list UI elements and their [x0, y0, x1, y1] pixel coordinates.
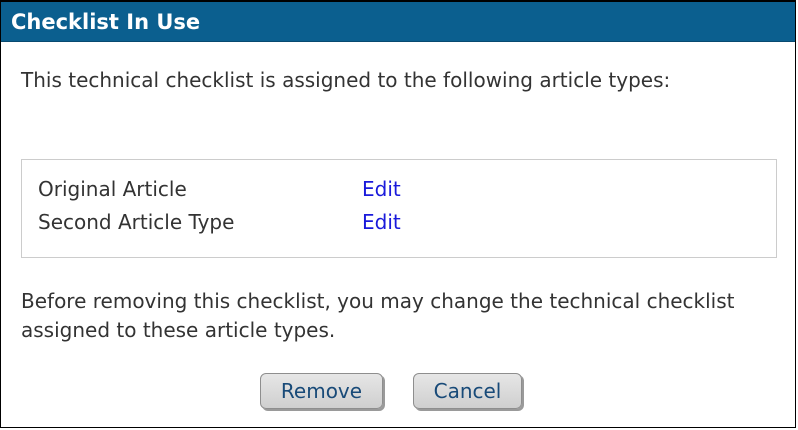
- list-item: Second Article Type Edit: [38, 207, 758, 237]
- intro-text: This technical checklist is assigned to …: [21, 68, 671, 92]
- list-item: Original Article Edit: [38, 174, 758, 204]
- dialog-title: Checklist In Use: [11, 9, 201, 34]
- dialog-titlebar: Checklist In Use: [1, 2, 795, 42]
- remove-button[interactable]: Remove: [260, 373, 383, 409]
- cancel-button[interactable]: Cancel: [413, 373, 522, 409]
- outro-text: Before removing this checklist, you may …: [21, 289, 735, 342]
- article-types-list: Original Article Edit Second Article Typ…: [21, 159, 777, 258]
- article-type-name: Original Article: [38, 177, 187, 201]
- checklist-in-use-dialog: Checklist In Use This technical checklis…: [0, 0, 796, 428]
- edit-link[interactable]: Edit: [362, 207, 401, 237]
- edit-link[interactable]: Edit: [362, 174, 401, 204]
- article-type-name: Second Article Type: [38, 210, 235, 234]
